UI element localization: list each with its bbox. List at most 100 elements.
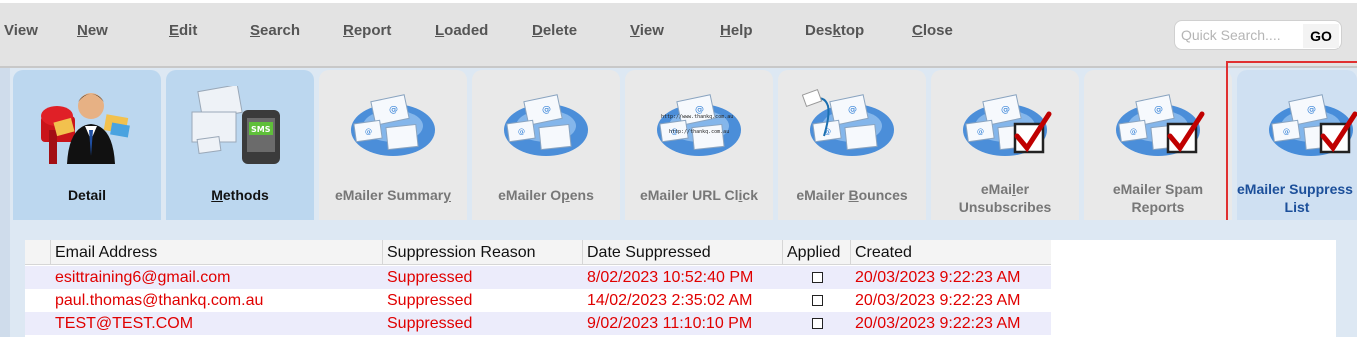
tab-label-line2: Unsubscribes xyxy=(958,199,1052,215)
tab-label: eMailer Bounces xyxy=(778,186,926,204)
svg-text:@: @ xyxy=(389,105,398,115)
menu-item-label: iew xyxy=(639,22,664,39)
tab-label-part: B xyxy=(848,187,859,203)
tab-label: eMailer URL Click xyxy=(625,186,773,204)
tab-label: eMailer Summary xyxy=(319,186,467,204)
tab-label-part: M xyxy=(211,187,223,203)
emailer-envelopes-icon: @ @ xyxy=(343,86,443,166)
cell-email: TEST@TEST.COM xyxy=(55,315,194,332)
suppression-grid: Email Address Suppression Reason Date Su… xyxy=(25,240,1336,337)
svg-text:@: @ xyxy=(1001,105,1010,115)
menu-item-view[interactable]: View xyxy=(4,22,38,39)
menu-item-label: L xyxy=(435,22,445,39)
tab-label-part: eMailer O xyxy=(498,187,562,203)
emailer-checkmark-icon: @ @ xyxy=(1108,86,1208,166)
menu-item-close[interactable]: Close xyxy=(912,22,953,39)
tab-methods[interactable]: SMS Methods xyxy=(166,70,314,220)
quick-search-box: GO xyxy=(1174,20,1342,50)
svg-text:@: @ xyxy=(848,105,857,115)
applied-checkbox[interactable] xyxy=(812,318,823,329)
tab-label-part: ens xyxy=(569,187,594,203)
menu-item-label: C xyxy=(912,22,923,39)
tab-label-part: y xyxy=(443,187,451,203)
menu-item-edit[interactable]: Edit xyxy=(169,22,197,39)
menu-item-report[interactable]: Report xyxy=(343,22,391,39)
cell-reason: Suppressed xyxy=(387,315,473,332)
menu-item-label: View xyxy=(4,22,38,39)
tab-emailer-opens[interactable]: @ @ eMailer Opens xyxy=(472,70,620,220)
cell-created: 20/03/2023 9:22:23 AM xyxy=(855,292,1021,309)
menu-item-label: ew xyxy=(87,22,108,39)
go-button[interactable]: GO xyxy=(1303,24,1339,48)
menu-item-label: Des xyxy=(805,22,833,39)
menu-item-label: D xyxy=(532,22,543,39)
sms-envelopes-icon: SMS xyxy=(190,84,290,166)
table-row[interactable]: paul.thomas@thankq.com.au Suppressed 14/02… xyxy=(25,289,1051,312)
tab-label-part: ethods xyxy=(222,187,269,203)
svg-text:@: @ xyxy=(542,105,551,115)
tab-emailer-bounces[interactable]: @ @ eMailer Bounces xyxy=(778,70,926,220)
row-selector-header xyxy=(25,240,51,265)
cell-created: 20/03/2023 9:22:23 AM xyxy=(855,315,1021,332)
menu-item-label: V xyxy=(630,22,640,39)
left-edge xyxy=(0,68,10,337)
table-row[interactable]: esittraining6@gmail.com Suppressed 8/02/20… xyxy=(25,266,1051,289)
tab-emailer-summary[interactable]: @ @ eMailer Summary xyxy=(319,70,467,220)
menu-item-desktop[interactable]: Desktop xyxy=(805,22,864,39)
tab-emailer-unsubscribes[interactable]: @ @ eMailer Unsubscribes xyxy=(931,70,1079,220)
svg-text:@: @ xyxy=(365,128,372,136)
svg-text:http://thankq.com.au: http://thankq.com.au xyxy=(669,129,729,135)
tab-label: Methods xyxy=(166,186,314,204)
tab-label: eMailer Opens xyxy=(472,186,620,204)
menu-item-label: earch xyxy=(260,22,301,39)
tab-label-part: eMai xyxy=(980,181,1012,197)
cell-date-suppressed: 9/02/2023 11:10:10 PM xyxy=(587,315,753,332)
menu-item-search[interactable]: Search xyxy=(250,22,300,39)
menu-item-label: R xyxy=(343,22,354,39)
tab-label-part: ck xyxy=(742,187,758,203)
menu-item-label: eport xyxy=(353,22,392,39)
column-header-created[interactable]: Created xyxy=(851,240,1051,265)
tab-detail[interactable]: Detail xyxy=(13,70,161,220)
tab-label-part: eMailer xyxy=(796,187,849,203)
column-header-applied[interactable]: Applied xyxy=(783,240,851,265)
menu-item-help[interactable]: Help xyxy=(720,22,753,39)
menu-item-view[interactable]: View xyxy=(630,22,664,39)
menu-item-delete[interactable]: Delete xyxy=(532,22,577,39)
menu-item-label: top xyxy=(840,22,865,39)
tab-label-part: ounces xyxy=(858,187,908,203)
menu-item-label: N xyxy=(77,22,88,39)
menu-item-label: elete xyxy=(542,22,578,39)
column-header-date-suppressed[interactable]: Date Suppressed xyxy=(583,240,783,265)
tab-label: eMailer xyxy=(931,180,1079,198)
cell-date-suppressed: 14/02/2023 2:35:02 AM xyxy=(587,292,753,309)
tab-label-part: eMailer Spam xyxy=(1112,181,1204,197)
svg-text:SMS: SMS xyxy=(251,125,271,134)
tab-label-part: eMailer URL Cl xyxy=(639,187,739,203)
menu-item-label: S xyxy=(250,22,261,39)
applied-checkbox[interactable] xyxy=(812,272,823,283)
tab-emailer-spam-reports[interactable]: @ @ eMailer Spam Reports xyxy=(1084,70,1232,220)
menu-item-loaded[interactable]: Loaded xyxy=(435,22,488,39)
contact-person-mailbox-icon xyxy=(37,86,137,166)
menu-item-label: elp xyxy=(730,22,753,39)
cell-email: paul.thomas@thankq.com.au xyxy=(55,292,264,309)
menu-item-label: k xyxy=(832,22,841,39)
tab-emailer-url-click[interactable]: @ @ http://www.thankq.com.au http://thankq.… xyxy=(625,70,773,220)
applied-checkbox[interactable] xyxy=(812,295,823,306)
column-header-reason[interactable]: Suppression Reason xyxy=(383,240,583,265)
menu-item-label: dit xyxy=(179,22,198,39)
cell-date-suppressed: 8/02/2023 10:52:40 PM xyxy=(587,269,754,286)
tab-label-line2: Reports xyxy=(1131,199,1185,215)
svg-text:@: @ xyxy=(518,128,525,136)
active-tab-highlight xyxy=(1226,61,1357,222)
tab-label-part: p xyxy=(561,187,570,203)
quick-search-input[interactable] xyxy=(1181,24,1301,46)
table-row[interactable]: TEST@TEST.COM Suppressed 9/02/2023 11:10:1… xyxy=(25,312,1051,335)
menu-item-new[interactable]: New xyxy=(77,22,108,39)
emailer-url-icon: @ @ http://www.thankq.com.au http://thankq.… xyxy=(649,86,749,166)
column-header-email[interactable]: Email Address xyxy=(51,240,383,265)
svg-text:@: @ xyxy=(1154,105,1163,115)
emailer-envelopes-icon: @ @ xyxy=(496,86,596,166)
tab-label: Detail xyxy=(13,186,161,204)
